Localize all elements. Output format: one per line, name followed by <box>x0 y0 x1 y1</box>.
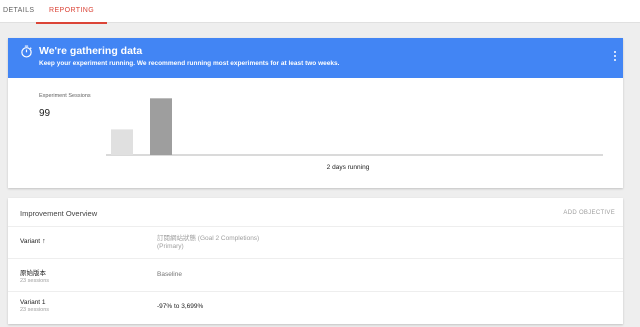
divider <box>8 258 623 259</box>
variant-result: -97% to 3,699% <box>157 303 204 310</box>
improvement-overview-card: Improvement Overview ADD OBJECTIVE Varia… <box>8 198 623 324</box>
add-objective-button[interactable]: ADD OBJECTIVE <box>563 210 615 216</box>
table-row: 原始版本 23 sessions <box>20 267 49 284</box>
arrow-up-icon: ↑ <box>42 238 46 245</box>
variant-header-label: Variant <box>20 238 41 245</box>
overview-title: Improvement Overview <box>20 209 98 218</box>
objective-header-primary: (Primary) <box>157 243 184 250</box>
chart-xlabel: 2 days running <box>326 164 370 171</box>
chart-bar-0 <box>111 129 133 155</box>
tab-bar: DETAILS REPORTING <box>0 0 640 24</box>
tab-reporting[interactable]: REPORTING <box>35 0 108 24</box>
variant-sessions: 23 sessions <box>20 307 50 313</box>
variant-name: 原始版本 <box>20 270 46 277</box>
table-row: Variant 1 23 sessions <box>20 299 49 313</box>
variant-sessions: 23 sessions <box>20 278 50 284</box>
variant-name: Variant 1 <box>20 299 46 306</box>
variant-column-header[interactable]: Variant ↑ <box>20 238 46 245</box>
chart-bar-1 <box>150 98 172 155</box>
divider <box>8 291 623 292</box>
experiment-status-card: We're gathering data Keep your experimen… <box>8 38 623 188</box>
tab-details[interactable]: DETAILS <box>3 0 34 23</box>
objective-header-name: 訂閱網站狀態 (Goal 2 Completions) <box>157 235 260 242</box>
objective-column-header[interactable]: 訂閱網站狀態 (Goal 2 Completions) (Primary) <box>157 235 259 251</box>
variant-result: Baseline <box>157 271 182 278</box>
divider <box>8 226 623 227</box>
